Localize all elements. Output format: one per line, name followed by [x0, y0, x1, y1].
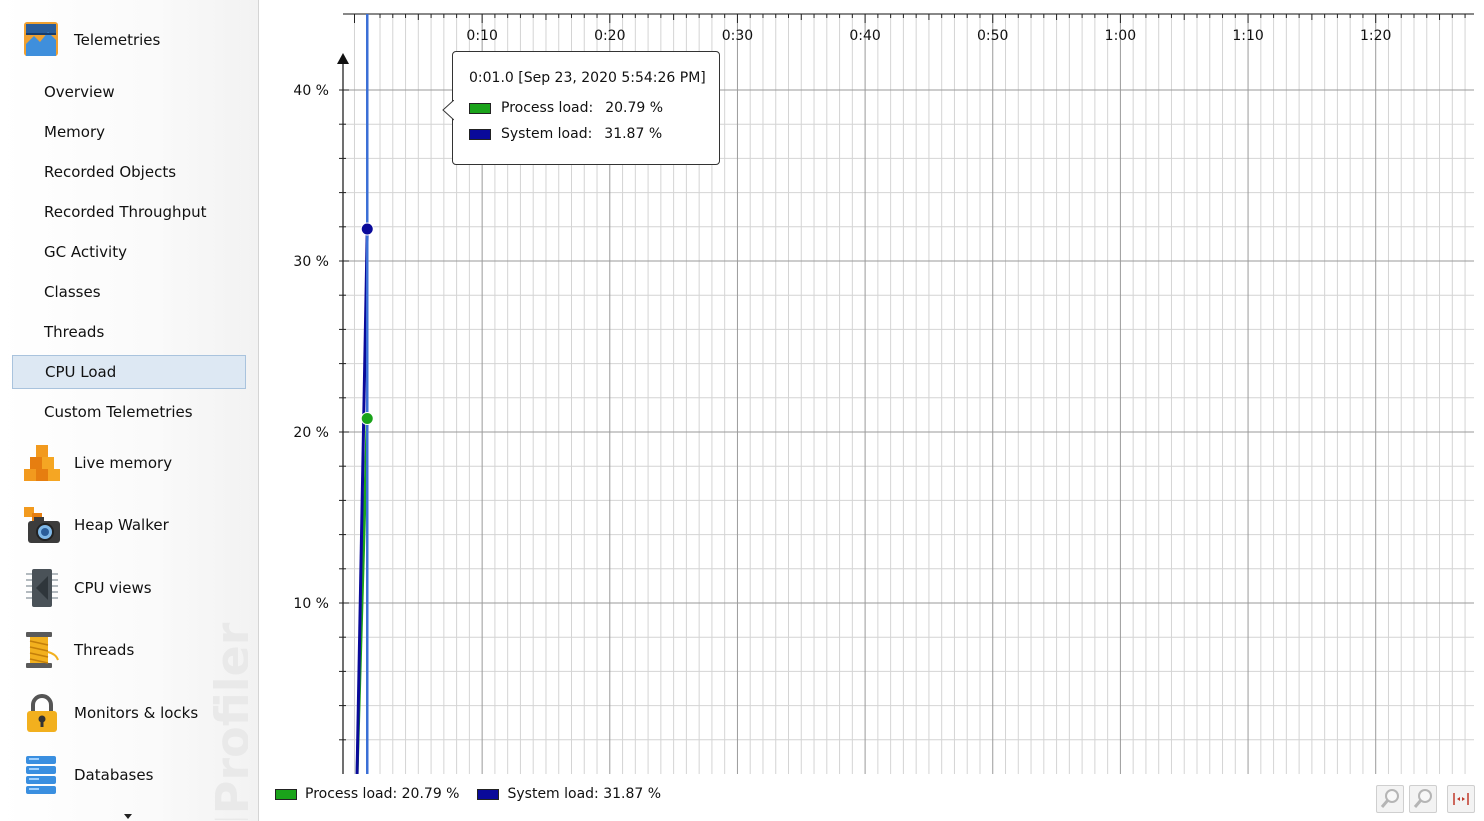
chart-tooltip: 0:01.0 [Sep 23, 2020 5:54:26 PM] Process…: [442, 51, 720, 165]
sidebar-item-label: Classes: [44, 283, 101, 301]
sidebar-section-cpu-views[interactable]: CPU views: [0, 568, 258, 608]
x-tick-label: 0:50: [977, 28, 1008, 44]
y-tick-label: 10 %: [293, 596, 329, 612]
sidebar-item-label: Custom Telemetries: [44, 403, 193, 421]
sidebar-section-label: Heap Walker: [74, 516, 169, 534]
system-load-swatch: [469, 128, 491, 140]
tooltip-row-system-load: System load: 31.87 %: [469, 126, 662, 142]
y-tick-label: 40 %: [293, 83, 329, 99]
sidebar-item-label: Threads: [44, 323, 105, 341]
sidebar-item-memory[interactable]: Memory: [12, 116, 246, 148]
y-tick-label: 20 %: [293, 425, 329, 441]
tooltip-row-value: 20.79 %: [605, 100, 664, 116]
tooltip-title: 0:01.0 [Sep 23, 2020 5:54:26 PM]: [469, 70, 706, 86]
zoom-in-button[interactable]: [1376, 785, 1404, 813]
x-tick-label: 0:20: [594, 28, 625, 44]
chart-series: [355, 228, 369, 775]
sidebar-item-label: Recorded Throughput: [44, 203, 207, 221]
zoom-out-icon: [1413, 789, 1432, 808]
x-tick-label: 1:00: [1105, 28, 1136, 44]
sidebar-item-cpu-load[interactable]: CPU Load: [12, 355, 246, 389]
fit-width-button[interactable]: [1447, 785, 1475, 813]
sidebar: Telemetries Overview Memory Recorded Obj…: [0, 0, 259, 821]
cpu-load-chart-panel: 0:10 0:20 0:30 0:40 0:50 1:00 1:10 1:20 10 % 20 …: [259, 0, 1484, 821]
sidebar-section-label: Databases: [74, 766, 154, 784]
tooltip-row-label: System load:: [501, 126, 593, 142]
legend-swatch: [477, 788, 500, 800]
fit-width-icon: [1453, 793, 1469, 805]
zoom-out-button[interactable]: [1409, 785, 1437, 813]
x-tick-label: 1:10: [1232, 28, 1263, 44]
sidebar-group-telemetries[interactable]: Telemetries: [0, 20, 258, 60]
cursor-point: [360, 411, 374, 425]
sidebar-item-label: Recorded Objects: [44, 163, 177, 181]
scroll-down-arrow-icon[interactable]: [124, 814, 132, 819]
process-load-swatch: [469, 102, 491, 114]
legend-label: System load: 31.87 %: [507, 786, 662, 802]
legend-item-process-load: Process load: 20.79 %: [275, 786, 459, 802]
zoom-in-icon: [1380, 789, 1399, 808]
x-tick-label: 0:40: [849, 28, 880, 44]
sidebar-group-telemetries-label: Telemetries: [74, 31, 161, 49]
sidebar-item-custom-telemetries[interactable]: Custom Telemetries: [12, 396, 246, 428]
cpu-views-icon: [26, 569, 58, 607]
sidebar-item-threads[interactable]: Threads: [12, 316, 246, 348]
sidebar-section-label: Threads: [74, 641, 135, 659]
x-tick-label: 0:30: [722, 28, 753, 44]
live-memory-icon: [24, 445, 60, 481]
sidebar-item-gc-activity[interactable]: GC Activity: [12, 236, 246, 268]
tooltip-row-process-load: Process load: 20.79 %: [469, 100, 663, 116]
x-tick-label: 1:20: [1360, 28, 1391, 44]
sidebar-section-label: CPU views: [74, 579, 152, 597]
sidebar-item-label: CPU Load: [45, 363, 117, 381]
jprofiler-watermark: JProfiler: [198, 620, 248, 820]
legend-swatch: [275, 788, 297, 800]
watermark-text: JProfiler: [205, 622, 248, 820]
sidebar-section-heap-walker[interactable]: Heap Walker: [0, 505, 258, 545]
y-tick-label: 30 %: [293, 254, 329, 270]
monitors-locks-icon: [27, 694, 57, 732]
chart-legend: Process load: 20.79 % System load: 31.87…: [275, 786, 679, 802]
sidebar-item-label: Memory: [44, 123, 106, 141]
sidebar-item-recorded-throughput[interactable]: Recorded Throughput: [12, 196, 246, 228]
legend-item-system-load: System load: 31.87 %: [477, 786, 661, 802]
tooltip-row-value: 31.87 %: [604, 126, 663, 142]
sidebar-section-live-memory[interactable]: Live memory: [0, 443, 258, 483]
x-tick-label: 0:10: [466, 28, 497, 44]
databases-icon: [26, 756, 56, 794]
sidebar-section-label: Monitors & locks: [74, 704, 199, 722]
sidebar-item-recorded-objects[interactable]: Recorded Objects: [12, 156, 246, 188]
sidebar-item-overview[interactable]: Overview: [12, 76, 246, 108]
sidebar-item-label: Overview: [44, 83, 115, 101]
sidebar-item-label: GC Activity: [44, 243, 127, 261]
heap-walker-icon: [24, 507, 60, 543]
tooltip-pointer: [442, 100, 454, 121]
y-axis-arrow-icon: [337, 53, 349, 64]
y-axis-tick-labels: 10 % 20 % 30 % 40 %: [293, 83, 329, 612]
cursor-point: [360, 222, 374, 236]
tooltip-row-label: Process load:: [501, 100, 594, 116]
threads-icon: [26, 632, 59, 668]
sidebar-item-classes[interactable]: Classes: [12, 276, 246, 308]
sidebar-section-label: Live memory: [74, 454, 173, 472]
legend-label: Process load: 20.79 %: [305, 786, 460, 802]
telemetries-icon: [24, 22, 58, 56]
